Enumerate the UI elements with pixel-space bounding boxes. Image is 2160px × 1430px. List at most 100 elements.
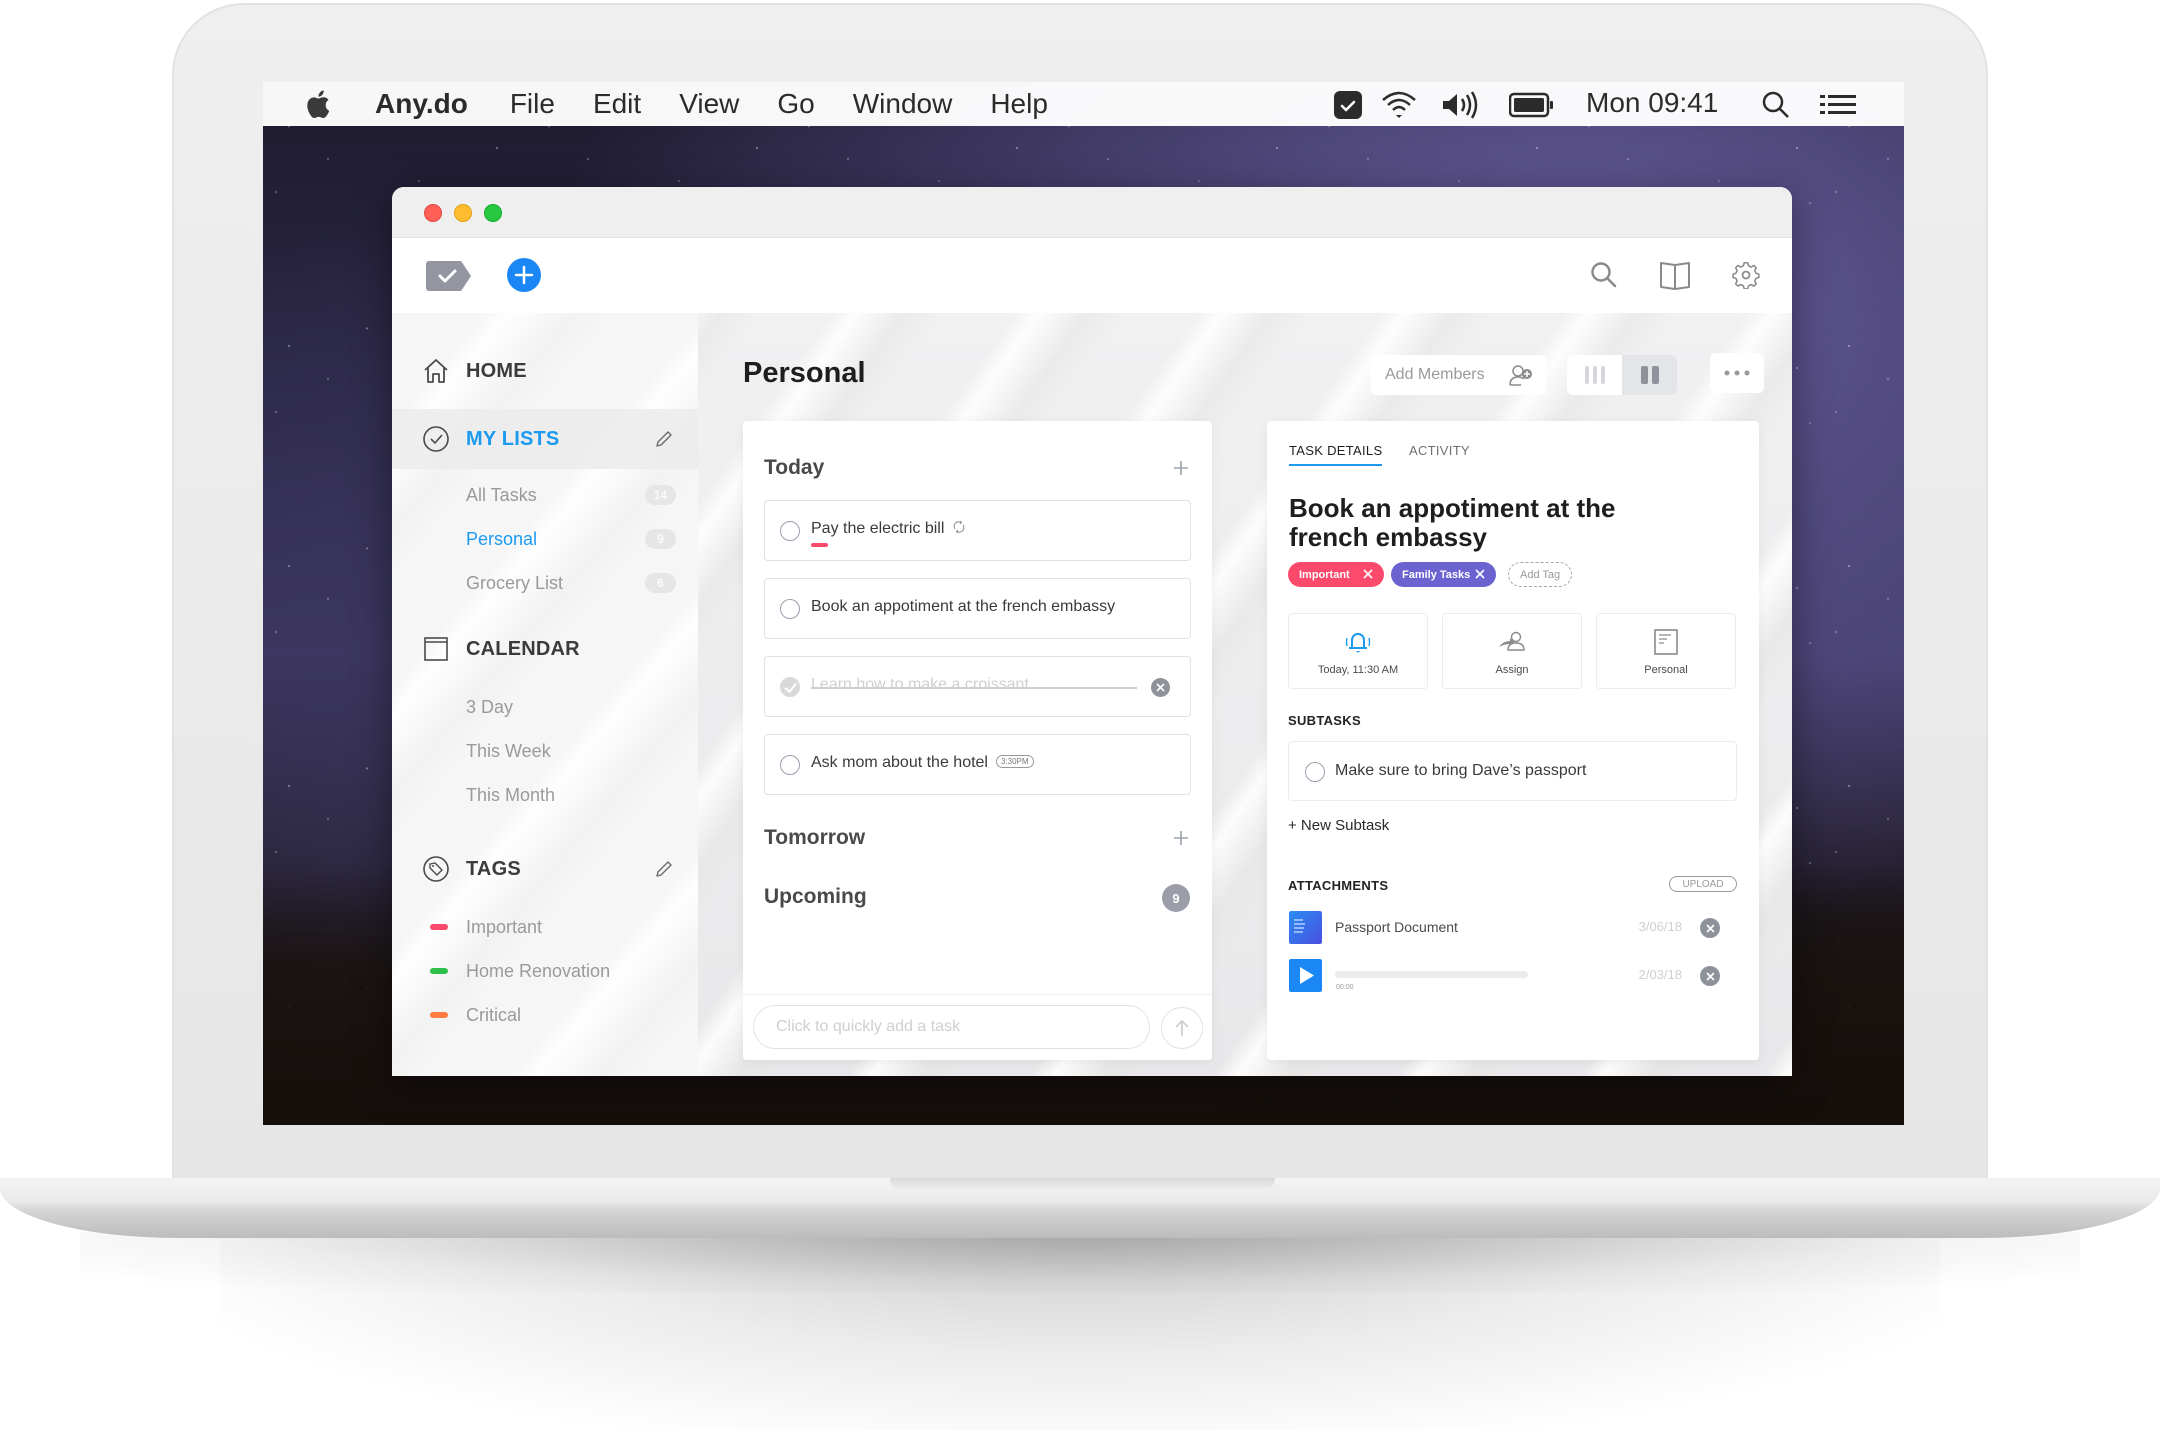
columns-view-button[interactable] <box>1567 355 1622 395</box>
volume-icon[interactable] <box>1441 90 1483 120</box>
sidebar-tag-home-renovation[interactable]: Home Renovation <box>430 955 676 987</box>
task-text-value: Ask mom about the hotel <box>811 754 988 771</box>
task-checkbox[interactable] <box>780 755 800 775</box>
add-today-task-icon[interactable] <box>1168 455 1194 481</box>
sidebar-calendar[interactable]: CALENDAR <box>392 619 698 679</box>
tab-task-details[interactable]: TASK DETAILS <box>1289 443 1383 466</box>
menu-edit[interactable]: Edit <box>593 88 641 120</box>
app-content: HOME MY LISTS All Tasks 14 Personal 9 Gr… <box>392 313 1792 1076</box>
tab-activity[interactable]: ACTIVITY <box>1409 443 1470 464</box>
subtask-checkbox[interactable] <box>1305 762 1325 782</box>
quick-add-input[interactable] <box>753 1005 1150 1049</box>
audio-progress-track[interactable] <box>1335 971 1528 978</box>
close-window-button[interactable] <box>424 204 442 222</box>
repeat-icon <box>953 520 965 534</box>
sidebar-home[interactable]: HOME <box>392 341 698 401</box>
search-button[interactable] <box>1587 258 1621 292</box>
tag-chip-label: Important <box>1299 568 1350 581</box>
notification-center-icon[interactable] <box>1819 92 1857 118</box>
attachment-date: 3/06/18 <box>1638 919 1682 934</box>
task-checkbox[interactable] <box>780 599 800 619</box>
task-item[interactable]: Book an appotiment at the french embassy <box>764 578 1191 639</box>
sidebar-my-lists[interactable]: MY LISTS <box>392 409 698 469</box>
sidebar-tags[interactable]: TAGS <box>392 839 698 899</box>
add-tomorrow-task-icon[interactable] <box>1168 825 1194 851</box>
tag-color-swatch <box>430 924 448 930</box>
task-checkbox[interactable] <box>780 521 800 541</box>
anydo-check-icon[interactable] <box>1333 90 1363 120</box>
remove-attachment-button[interactable] <box>1700 966 1720 986</box>
more-dots-icon <box>1724 370 1750 376</box>
wifi-icon[interactable] <box>1380 90 1418 120</box>
assign-user-icon <box>1499 631 1525 651</box>
list-label: Personal <box>1644 664 1688 676</box>
search-icon <box>1591 262 1617 288</box>
settings-button[interactable] <box>1729 258 1763 292</box>
anydo-logo-icon[interactable] <box>426 261 472 291</box>
list-label: Grocery List <box>466 572 564 593</box>
apple-logo-icon[interactable] <box>303 88 331 120</box>
task-item[interactable]: Pay the electric bill <box>764 500 1191 561</box>
reminder-bell-icon <box>1345 633 1371 653</box>
tag-chip-family-tasks[interactable]: Family Tasks <box>1391 562 1496 587</box>
upload-button[interactable]: UPLOAD <box>1669 876 1737 892</box>
quick-add-submit-button[interactable] <box>1161 1007 1203 1049</box>
tag-chip-important[interactable]: Important <box>1288 562 1384 587</box>
assign-card[interactable]: Assign <box>1442 613 1582 689</box>
minimize-window-button[interactable] <box>454 204 472 222</box>
menu-app-name[interactable]: Any.do <box>375 88 468 120</box>
remove-attachment-button[interactable] <box>1700 918 1720 938</box>
window-titlebar[interactable] <box>392 187 1792 238</box>
add-task-button[interactable] <box>507 258 541 292</box>
play-audio-icon[interactable] <box>1289 959 1322 992</box>
list-card[interactable]: Personal <box>1596 613 1736 689</box>
upcoming-count-badge: 9 <box>1162 884 1190 912</box>
zoom-window-button[interactable] <box>484 204 502 222</box>
remove-tag-icon[interactable] <box>1362 568 1374 580</box>
edit-tags-pencil-icon[interactable] <box>654 859 674 879</box>
priority-indicator <box>811 543 828 547</box>
reminder-card[interactable]: Today, 11:30 AM <box>1288 613 1428 689</box>
edit-lists-pencil-icon[interactable] <box>654 429 674 449</box>
add-members-button[interactable]: Add Members <box>1371 355 1546 395</box>
list-count-badge: 9 <box>645 529 676 549</box>
menubar-clock[interactable]: Mon 09:41 <box>1586 87 1718 119</box>
task-item-completed[interactable]: Learn how to make a croissant <box>764 656 1191 717</box>
new-subtask-button[interactable]: + New Subtask <box>1288 817 1389 834</box>
more-options-button[interactable] <box>1710 353 1764 393</box>
sidebar-home-label: HOME <box>466 359 527 382</box>
menu-file[interactable]: File <box>510 88 555 120</box>
menu-help[interactable]: Help <box>990 88 1048 120</box>
group-upcoming[interactable]: Upcoming 9 <box>764 882 1194 912</box>
task-item[interactable]: Ask mom about the hotel 3:30PM <box>764 734 1191 795</box>
task-checkbox-checked[interactable] <box>780 677 800 697</box>
sidebar-calendar-3day[interactable]: 3 Day <box>466 691 676 723</box>
list-label: Personal <box>466 528 538 549</box>
subtask-item[interactable]: Make sure to bring Dave’s passport <box>1288 741 1737 801</box>
sidebar-tag-important[interactable]: Important <box>430 911 676 943</box>
menu-view[interactable]: View <box>679 88 739 120</box>
split-view-button[interactable] <box>1622 355 1677 395</box>
book-button[interactable] <box>1658 258 1692 292</box>
remove-tag-icon[interactable] <box>1474 568 1486 580</box>
sidebar-calendar-this-week[interactable]: This Week <box>466 735 676 767</box>
menu-window[interactable]: Window <box>853 88 953 120</box>
sidebar-tag-critical[interactable]: Critical <box>430 999 676 1031</box>
tag-chip-label: Family Tasks <box>1402 568 1471 581</box>
sidebar-calendar-this-month[interactable]: This Month <box>466 779 676 811</box>
delete-task-button[interactable] <box>1151 678 1170 697</box>
app-toolbar <box>392 238 1792 313</box>
sidebar: HOME MY LISTS All Tasks 14 Personal 9 Gr… <box>392 313 698 1076</box>
add-tag-button[interactable]: Add Tag <box>1508 562 1573 587</box>
attachment-document[interactable]: Passport Document 3/06/18 <box>1289 911 1738 945</box>
spotlight-search-icon[interactable] <box>1761 90 1791 120</box>
quick-add-bar <box>743 994 1212 1060</box>
battery-icon[interactable] <box>1509 92 1555 118</box>
two-columns-icon <box>1640 366 1659 384</box>
sidebar-list-grocery[interactable]: Grocery List 6 <box>466 567 676 599</box>
group-tomorrow[interactable]: Tomorrow <box>764 823 1194 853</box>
menu-go[interactable]: Go <box>777 88 814 120</box>
sidebar-list-all-tasks[interactable]: All Tasks 14 <box>466 479 676 511</box>
sidebar-list-personal[interactable]: Personal 9 <box>466 523 676 555</box>
task-detail-title[interactable]: Book an appotiment at the french embassy <box>1289 494 1649 552</box>
